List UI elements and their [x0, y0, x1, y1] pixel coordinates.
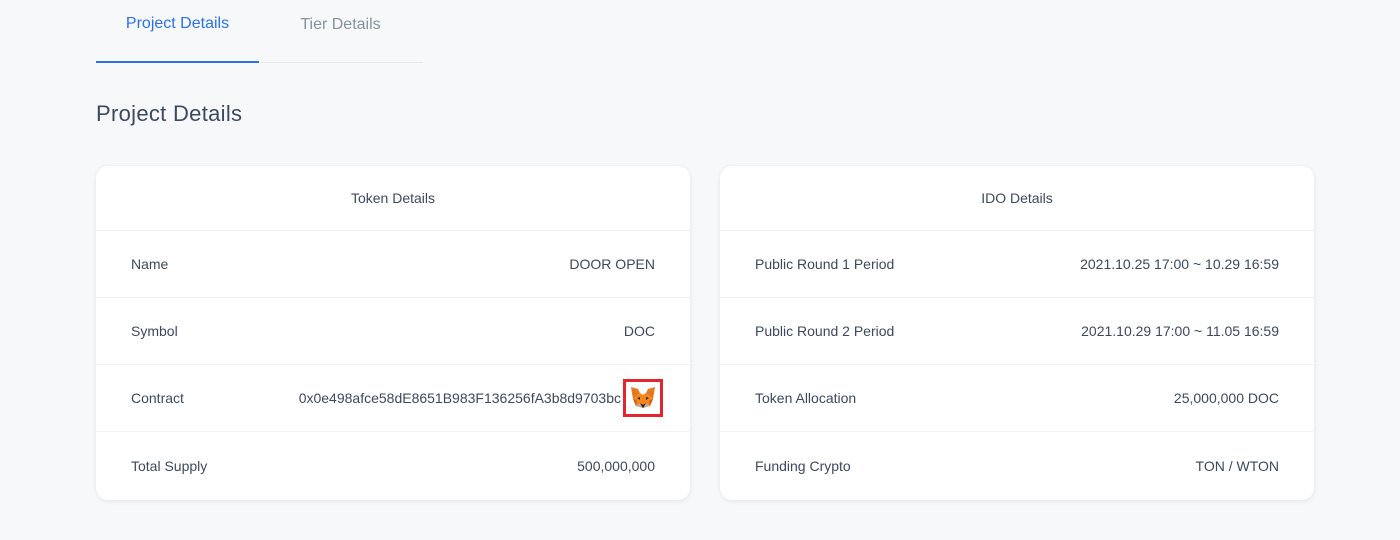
row-value: DOC	[623, 323, 655, 339]
row-label: Name	[131, 256, 169, 272]
row-label: Funding Crypto	[755, 457, 851, 474]
row-value: TON / WTON	[1195, 457, 1279, 474]
contract-address: 0x0e498afce58dE8651B983F136256fA3b8d9703…	[298, 390, 621, 406]
row-value: 25,000,000 DOC	[1173, 390, 1279, 406]
row-value: 2021.10.29 17:00 ~ 11.05 16:59	[1081, 323, 1279, 339]
row-label: Symbol	[131, 323, 178, 339]
row-label: Public Round 2 Period	[755, 323, 895, 339]
row-label: Public Round 1 Period	[755, 256, 895, 272]
row-label: Token Allocation	[755, 390, 857, 406]
token-details-card: Token Details Name DOOR OPEN Symbol DOC …	[96, 166, 690, 500]
ido-details-card: IDO Details Public Round 1 Period 2021.1…	[720, 166, 1314, 500]
ido-details-title: IDO Details	[720, 166, 1314, 231]
details-tabs: Project Details Tier Details	[96, 0, 423, 63]
token-row-total-supply: Total Supply 500,000,000	[96, 432, 690, 499]
page-title: Project Details	[96, 101, 243, 126]
row-label: Contract	[131, 390, 184, 406]
token-row-contract: Contract 0x0e498afce58dE8651B983F136256f…	[96, 365, 690, 432]
row-value: 500,000,000	[577, 457, 655, 474]
row-value: 2021.10.25 17:00 ~ 10.29 16:59	[1080, 256, 1279, 272]
tab-project-details[interactable]: Project Details	[96, 0, 259, 63]
ido-row-round2: Public Round 2 Period 2021.10.29 17:00 ~…	[720, 298, 1314, 365]
ido-row-funding-crypto: Funding Crypto TON / WTON	[720, 432, 1314, 499]
token-details-title: Token Details	[96, 166, 690, 231]
tab-tier-details[interactable]: Tier Details	[259, 0, 422, 62]
token-row-name: Name DOOR OPEN	[96, 231, 690, 298]
row-value: DOOR OPEN	[569, 256, 655, 272]
token-row-symbol: Symbol DOC	[96, 298, 690, 365]
contract-value: 0x0e498afce58dE8651B983F136256fA3b8d9703…	[298, 379, 663, 417]
metamask-fox-icon[interactable]	[623, 379, 663, 417]
row-label: Total Supply	[131, 457, 208, 474]
ido-row-token-allocation: Token Allocation 25,000,000 DOC	[720, 365, 1314, 432]
ido-row-round1: Public Round 1 Period 2021.10.25 17:00 ~…	[720, 231, 1314, 298]
